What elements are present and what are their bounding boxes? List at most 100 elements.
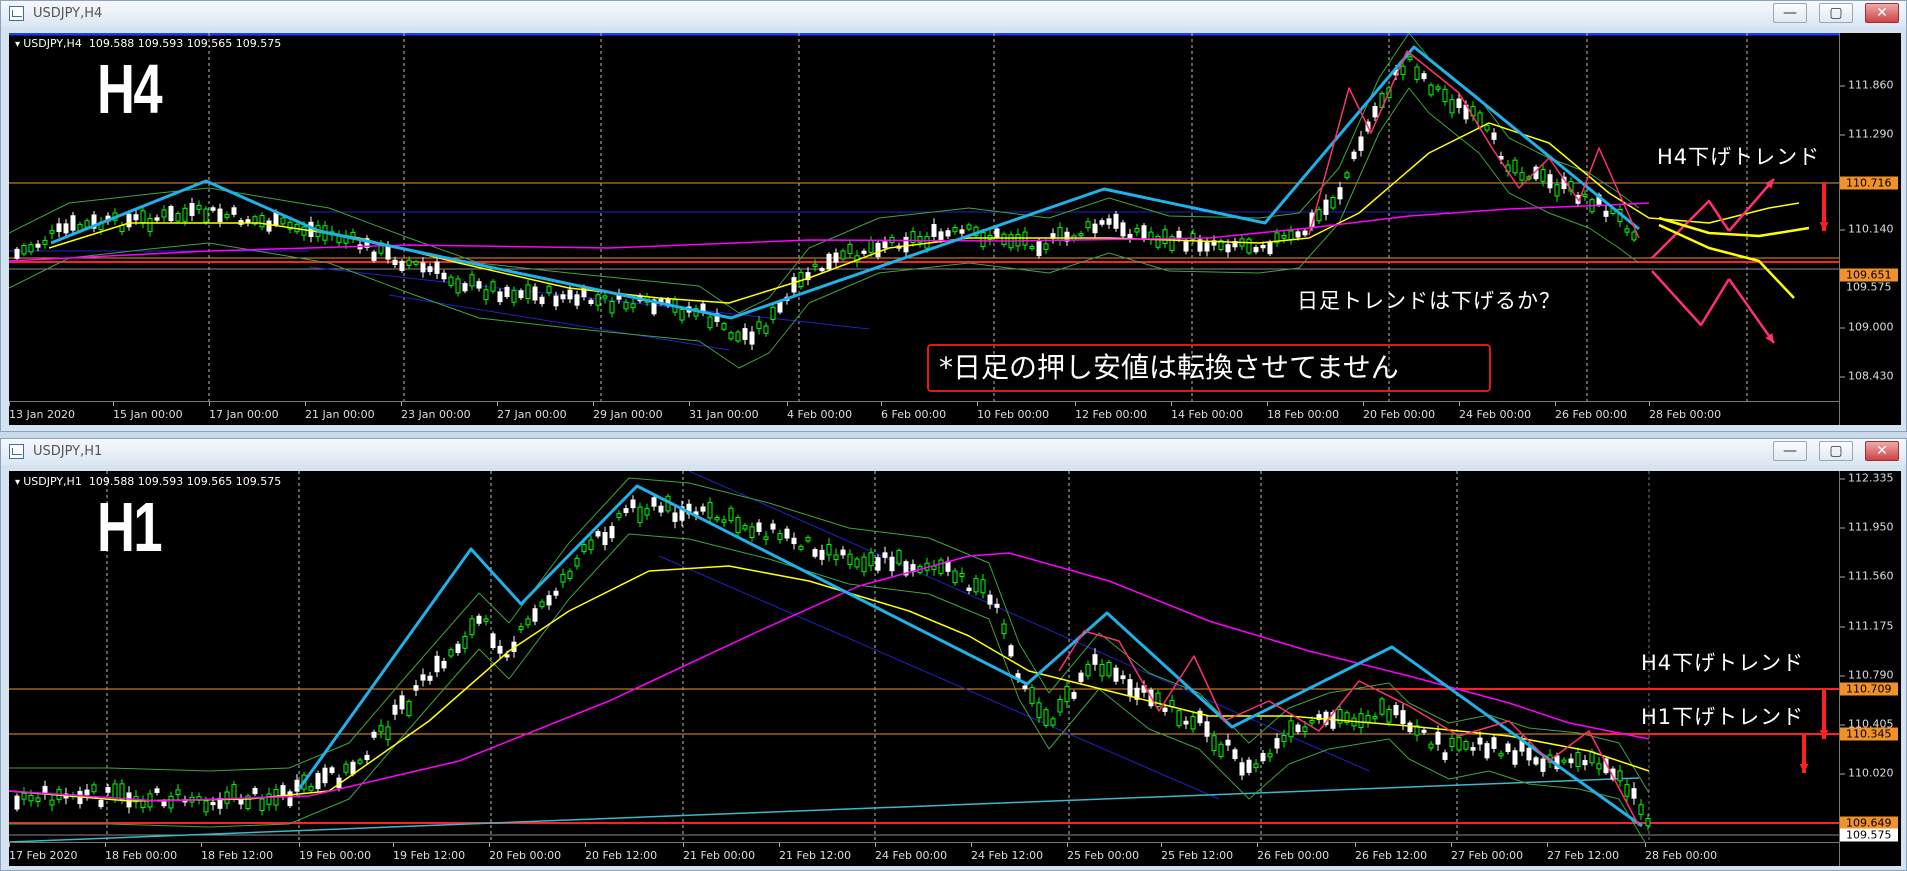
h1-price-axis[interactable]: 112.335 111.950 111.560 111.175 110.790 … [1839,471,1901,866]
candle-body [840,250,846,260]
candle-body [525,284,531,300]
current-price-tag: 109.575 [1840,828,1898,842]
resistance-price-tag: 110.709 [1840,682,1898,696]
maximize-button[interactable]: ▢ [1819,3,1853,23]
candle-body [49,799,55,806]
candle-body [371,731,377,738]
candle-body [721,323,727,330]
candle-body [126,213,132,228]
candle-body [959,572,965,578]
candle-body [763,536,769,540]
candle-body [1057,698,1063,713]
candle-body [945,561,951,572]
candle-body [1407,722,1413,733]
candle-body [1281,734,1287,743]
candle-body [791,537,797,545]
minimize-button[interactable]: — [1773,441,1807,461]
h1-chart-canvas [9,471,1839,850]
resistance-price-tag: 110.345 [1840,727,1898,741]
candle-body [1134,228,1140,233]
h4-price-axis[interactable]: 111.860 111.290 110.140 109.000 108.430 … [1839,33,1901,425]
projection-down [1651,270,1731,327]
candle-body [238,798,244,805]
candle-body [378,725,384,733]
candle-body [392,704,398,715]
h4-time-axis[interactable]: 13 Jan 2020 15 Jan 00:00 17 Jan 00:00 21 Ja… [9,401,1839,425]
time-label: 6 Feb 00:00 [881,402,947,421]
candle-body [322,767,328,784]
candle-body [63,223,69,234]
minimize-button[interactable]: — [1773,3,1807,23]
candle-body [1421,73,1427,80]
h4-title-bar[interactable]: USDJPY,H4 — ▢ ✕ [1,1,1906,27]
candle-body [581,544,587,553]
candle-body [308,785,314,791]
maximize-button[interactable]: ▢ [1819,441,1853,461]
candle-body [630,303,636,309]
candle-body [224,791,230,804]
candle-body [1246,238,1252,254]
candle-body [861,250,867,254]
candle-body [1295,231,1301,238]
candle-body [518,290,524,299]
candle-body [1225,244,1231,253]
candle-body [112,783,118,799]
time-label: 27 Jan 00:00 [497,402,567,421]
candle-body [854,558,860,568]
candle-body [483,289,489,301]
candle-body [70,215,76,231]
candle-body [875,557,881,571]
h1-title-bar[interactable]: USDJPY,H1 — ▢ ✕ [1,439,1906,465]
candle-body [1554,184,1560,197]
candle-body [84,789,90,796]
candle-body [301,226,307,236]
h1-time-axis[interactable]: 17 Feb 2020 18 Feb 00:00 18 Feb 12:00 19 Fe… [9,842,1839,866]
candle-body [973,578,979,593]
candle-body [1428,84,1434,96]
candle-body [826,544,832,556]
candle-body [1631,788,1637,799]
candle-body [833,554,839,560]
candle-body [1295,724,1301,733]
candle-body [476,615,482,624]
h1-chart-area[interactable]: USDJPY,H1 109.588 109.593 109.565 109.57… [9,471,1901,866]
candle-body [161,801,167,807]
candle-body [1540,169,1546,182]
price-label: 110.020 [1840,766,1894,780]
candle-body [532,608,538,622]
candle-body [364,754,370,761]
candle-body [1631,231,1637,241]
close-button[interactable]: ✕ [1865,3,1899,23]
price-label: 109.000 [1840,320,1894,334]
h4-chart-area[interactable]: USDJPY,H4 109.588 109.593 109.565 109.57… [9,33,1901,425]
channel-line [688,471,1370,772]
candle-body [392,259,398,265]
candle-body [1491,737,1497,749]
time-label: 26 Feb 00:00 [1257,843,1330,862]
candle-body [315,772,321,790]
candle-body [1302,230,1308,236]
candle-body [329,767,335,774]
candle-body [539,296,545,305]
candle-body [1043,709,1049,726]
candle-body [252,788,258,795]
candle-body [455,643,461,654]
candle-body [868,552,874,567]
candle-body [1365,714,1371,723]
price-label: 111.860 [1840,78,1894,92]
candle-body [728,507,734,522]
candle-body [735,331,741,342]
candle-body [1225,739,1231,746]
candle-body [427,266,433,273]
candle-body [476,281,482,289]
close-button[interactable]: ✕ [1865,441,1899,461]
candle-body [742,524,748,530]
candle-body [658,505,664,513]
candle-body [161,209,167,218]
candle-body [14,248,20,259]
price-label: 110.790 [1840,668,1894,682]
candle-body [1449,737,1455,748]
candle-body [1204,721,1210,737]
range-arrow-head [1799,763,1809,773]
candle-body [994,603,1000,608]
